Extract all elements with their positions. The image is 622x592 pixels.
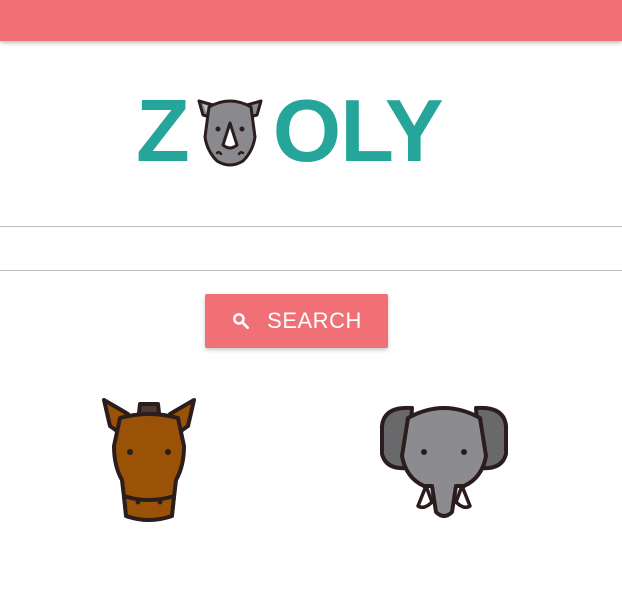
elephant-icon[interactable] bbox=[378, 402, 510, 522]
app-logo: Z OLY bbox=[136, 81, 444, 180]
search-input[interactable] bbox=[0, 227, 622, 270]
search-button-label: SEARCH bbox=[267, 308, 362, 333]
search-button[interactable]: SEARCH bbox=[205, 294, 388, 348]
top-app-bar bbox=[0, 0, 622, 41]
logo-text-left: Z bbox=[136, 81, 190, 180]
logo-text-right: OLY bbox=[272, 81, 444, 180]
rhino-icon bbox=[197, 99, 263, 167]
horse-icon[interactable] bbox=[100, 396, 198, 524]
search-field-bottom-border bbox=[0, 270, 622, 271]
search-icon bbox=[233, 313, 250, 329]
